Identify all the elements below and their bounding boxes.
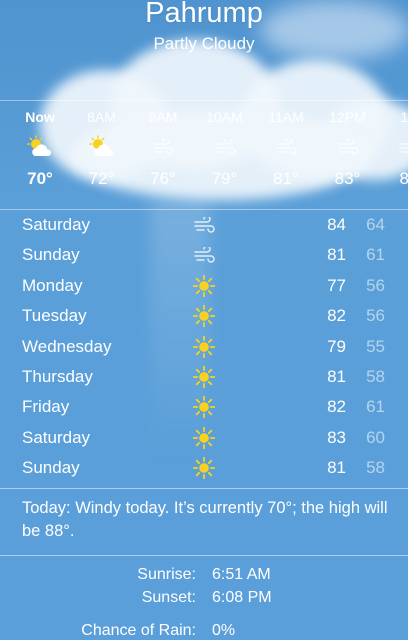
sun-icon <box>190 305 218 328</box>
day-name: Wednesday <box>22 336 112 356</box>
wind-icon <box>190 214 218 236</box>
hourly-temp: 70° <box>27 169 53 188</box>
hourly-time: 12PM <box>329 109 366 125</box>
hourly-item: 8AM 72° <box>71 101 133 189</box>
daily-row: Saturday 84 64 <box>0 210 408 240</box>
high-temp: 81 <box>327 366 346 386</box>
sunrise-value: 6:51 AM <box>212 566 271 583</box>
low-temp: 58 <box>366 366 385 386</box>
daily-row: Saturday 83 60 <box>0 423 408 453</box>
hourly-item: 9AM 76° <box>132 101 194 189</box>
day-name: Tuesday <box>22 306 87 326</box>
sun-icon <box>190 457 218 480</box>
city-name: Pahrump <box>145 0 263 29</box>
sunset-label: Sunset: <box>141 589 196 606</box>
partly-cloudy-icon <box>71 129 133 165</box>
hourly-item: 1P 84 <box>378 101 408 189</box>
low-temp: 55 <box>366 336 385 356</box>
daily-row: Sunday 81 58 <box>0 453 408 483</box>
daily-row: Monday 77 56 <box>0 271 408 301</box>
wind-icon <box>317 129 379 165</box>
header: Pahrump Partly Cloudy <box>0 0 408 54</box>
hourly-forecast-strip[interactable]: Now 70° 8AM 72° 9AM 76° 10AM 79° 11AM 81° 12P… <box>0 100 408 210</box>
low-temp: 60 <box>366 427 385 447</box>
hourly-item: 11AM 81° <box>255 101 317 189</box>
daily-forecast-list: Saturday 84 64 Sunday 81 61 Monday 77 56 Tu… <box>0 210 408 484</box>
divider <box>0 555 408 556</box>
hourly-item: Now 70° <box>9 101 71 189</box>
daily-row: Thursday 81 58 <box>0 362 408 392</box>
hourly-temp: 84 <box>378 169 408 189</box>
hourly-time: 9AM <box>148 109 178 125</box>
day-name: Sunday <box>22 245 80 265</box>
hourly-temp: 83° <box>334 169 361 188</box>
today-summary: Today: Windy today. It’s currently 70°; … <box>22 499 388 540</box>
high-temp: 79 <box>327 336 346 356</box>
sun-icon <box>190 426 218 449</box>
wind-icon <box>255 129 317 165</box>
hourly-time: 8AM <box>87 109 116 125</box>
high-temp: 81 <box>327 245 346 265</box>
high-temp: 82 <box>327 306 346 326</box>
sunset-value: 6:08 PM <box>212 589 272 606</box>
wind-icon <box>378 129 408 165</box>
low-temp: 61 <box>366 397 385 417</box>
partly-cloudy-icon <box>9 129 71 165</box>
low-temp: 56 <box>366 275 385 295</box>
low-temp: 58 <box>366 458 385 478</box>
day-name: Friday <box>22 397 70 417</box>
sunrise-label: Sunrise: <box>137 566 196 583</box>
day-name: Thursday <box>22 366 93 386</box>
low-temp: 64 <box>366 215 385 234</box>
day-name: Saturday <box>22 427 91 447</box>
sun-icon <box>190 365 218 388</box>
wind-icon <box>132 129 194 165</box>
low-temp: 61 <box>366 245 385 265</box>
current-condition: Partly Cloudy <box>153 34 255 53</box>
wind-icon <box>190 244 218 266</box>
hourly-temp: 81° <box>273 169 299 188</box>
hourly-time: 11AM <box>268 109 304 125</box>
hourly-item: 12PM 83° <box>317 101 379 189</box>
day-name: Sunday <box>22 458 80 478</box>
divider <box>0 488 408 489</box>
high-temp: 82 <box>327 397 346 417</box>
chance-of-rain-value: 0% <box>212 622 236 639</box>
daily-row: Friday 82 61 <box>0 392 408 422</box>
sun-icon <box>190 396 218 419</box>
daily-row: Wednesday 79 55 <box>0 332 408 362</box>
wind-icon <box>194 129 256 165</box>
day-name: Monday <box>22 275 83 295</box>
high-temp: 81 <box>327 458 346 478</box>
hourly-item: 10AM 79° <box>194 101 256 189</box>
daily-row: Sunday 81 61 <box>0 240 408 270</box>
sun-icon <box>190 274 218 297</box>
daily-row: Tuesday 82 56 <box>0 301 408 331</box>
high-temp: 83 <box>327 427 346 447</box>
hourly-time: 1P <box>400 109 408 125</box>
hourly-time: Now <box>25 109 55 125</box>
sun-icon <box>190 335 218 358</box>
high-temp: 77 <box>327 275 346 295</box>
low-temp: 56 <box>366 306 385 326</box>
hourly-temp: 76° <box>150 169 176 188</box>
hourly-temp: 79° <box>211 169 238 188</box>
chance-of-rain-label: Chance of Rain: <box>81 622 196 639</box>
hourly-temp: 72° <box>88 169 115 188</box>
day-name: Saturday <box>22 215 91 234</box>
high-temp: 84 <box>327 215 346 234</box>
hourly-time: 10AM <box>206 109 243 125</box>
